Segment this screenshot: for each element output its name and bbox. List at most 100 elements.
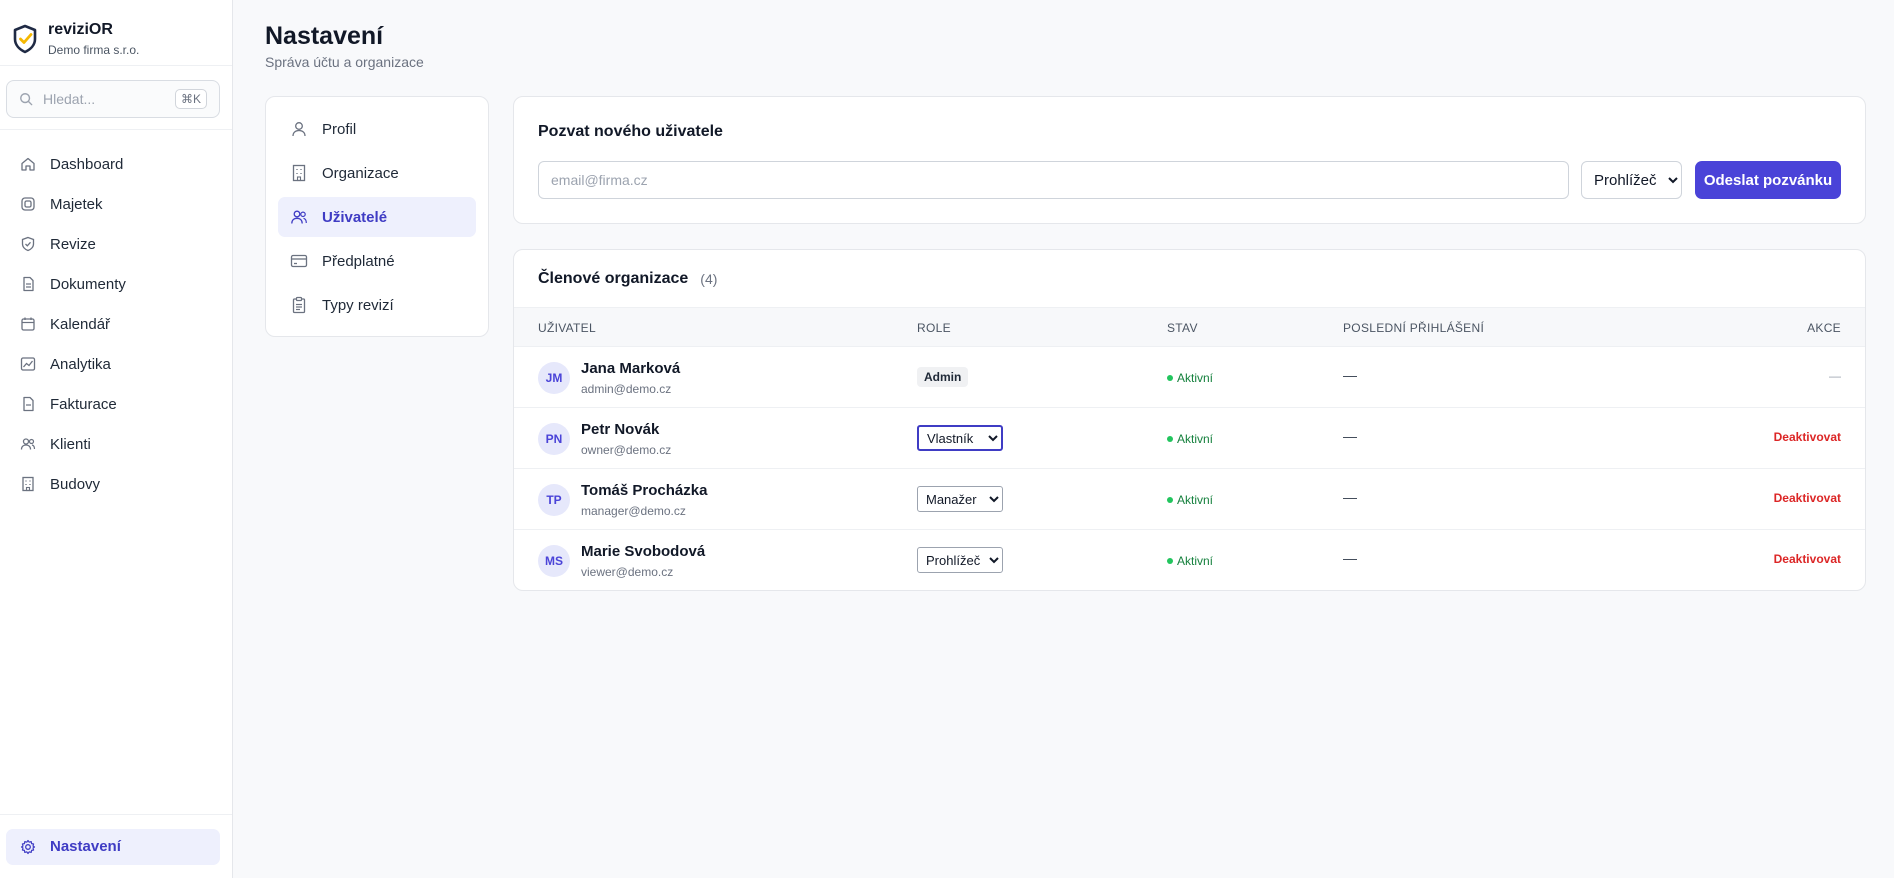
- role-select[interactable]: Manažer: [917, 486, 1003, 512]
- members-card: Členové organizace (4) Uživatel Role Sta…: [513, 249, 1866, 591]
- settings-tab-label: Uživatelé: [322, 208, 388, 226]
- chart-icon: [20, 357, 36, 371]
- last-login: —: [1343, 489, 1357, 505]
- avatar: JM: [538, 362, 570, 394]
- status-badge: Aktivní: [1167, 554, 1213, 568]
- sidebar-item-label: Kalendář: [50, 315, 111, 333]
- table-row: JM Jana Marková admin@demo.cz Admin Akti…: [514, 347, 1865, 408]
- settings-tab-typy-revizi[interactable]: Typy revizí: [278, 285, 476, 325]
- table-row: TP Tomáš Procházka manager@demo.cz Manaž…: [514, 469, 1865, 530]
- user-icon: [292, 122, 306, 137]
- avatar: PN: [538, 423, 570, 455]
- user-email: admin@demo.cz: [581, 382, 672, 396]
- user-name: Marie Svobodová: [581, 543, 706, 560]
- sidebar: reviziOR Demo firma s.r.o. Hledat... ⌘K …: [0, 0, 233, 878]
- last-login: —: [1343, 550, 1357, 566]
- credit-card-icon: [290, 254, 308, 268]
- settings-tab-organizace[interactable]: Organizace: [278, 153, 476, 193]
- building-icon: [22, 476, 34, 492]
- home-icon: [21, 157, 35, 171]
- user-email: owner@demo.cz: [581, 443, 672, 457]
- role-select[interactable]: Prohlížeč: [917, 547, 1003, 573]
- deactivate-button[interactable]: Deaktivovat: [1774, 491, 1841, 505]
- sidebar-item-label: Analytika: [50, 355, 111, 373]
- search-wrap: Hledat... ⌘K: [0, 66, 232, 130]
- shield-logo-icon: [13, 24, 37, 53]
- calendar-icon: [21, 317, 35, 331]
- sidebar-item-dashboard[interactable]: Dashboard: [0, 144, 232, 184]
- sidebar-nav: Dashboard Majetek Revize Dokumenty Kalen…: [0, 130, 232, 504]
- status-badge: Aktivní: [1167, 493, 1213, 507]
- column-header-actions: Akce: [1807, 321, 1841, 335]
- status-label: Aktivní: [1177, 371, 1214, 385]
- column-header-user: Uživatel: [538, 321, 596, 335]
- invoice-icon: [23, 396, 34, 412]
- status-dot-icon: [1167, 558, 1173, 564]
- sidebar-item-label: Dokumenty: [50, 275, 126, 293]
- page-subtitle: Správa účtu a organizace: [265, 54, 424, 70]
- avatar: TP: [538, 484, 570, 516]
- status-badge: Aktivní: [1167, 432, 1213, 446]
- sidebar-item-budovy[interactable]: Budovy: [0, 464, 232, 504]
- user-name: Jana Marková: [581, 360, 681, 377]
- sidebar-item-settings[interactable]: Nastavení: [6, 828, 220, 865]
- search-placeholder: Hledat...: [43, 91, 96, 107]
- status-dot-icon: [1167, 497, 1173, 503]
- document-icon: [23, 276, 34, 292]
- sidebar-item-fakturace[interactable]: Fakturace: [0, 384, 232, 424]
- role-select[interactable]: Vlastník: [917, 425, 1003, 451]
- page-title: Nastavení: [265, 22, 384, 50]
- search-icon: [20, 93, 33, 106]
- gear-icon: [20, 839, 36, 854]
- settings-tab-label: Typy revizí: [322, 296, 394, 314]
- user-email: manager@demo.cz: [581, 504, 686, 518]
- user-email: viewer@demo.cz: [581, 565, 674, 579]
- column-header-role: Role: [917, 321, 951, 335]
- sidebar-item-revize[interactable]: Revize: [0, 224, 232, 264]
- deactivate-button[interactable]: Deaktivovat: [1774, 430, 1841, 444]
- brand[interactable]: reviziOR Demo firma s.r.o.: [0, 0, 232, 66]
- users-icon: [20, 438, 36, 450]
- shield-check-icon: [21, 236, 35, 252]
- status-dot-icon: [1167, 436, 1173, 442]
- invite-card: Pozvat nového uživatele Prohlížeč Odesla…: [513, 96, 1866, 224]
- clipboard-icon: [292, 296, 306, 314]
- sidebar-item-analytika[interactable]: Analytika: [0, 344, 232, 384]
- invite-email-input[interactable]: [538, 161, 1569, 199]
- sidebar-item-majetek[interactable]: Majetek: [0, 184, 232, 224]
- deactivate-button[interactable]: Deaktivovat: [1774, 552, 1841, 566]
- members-count: (4): [700, 270, 718, 287]
- table-header: Uživatel Role Stav Poslední přihlášení A…: [514, 307, 1865, 347]
- users-icon: [291, 210, 307, 224]
- settings-tab-label: Předplatné: [322, 252, 395, 270]
- status-dot-icon: [1167, 375, 1173, 381]
- sidebar-footer: Nastavení: [0, 814, 232, 878]
- invite-title: Pozvat nového uživatele: [538, 123, 723, 140]
- user-name: Tomáš Procházka: [581, 482, 708, 499]
- row-action-placeholder: —: [1829, 369, 1841, 383]
- status-label: Aktivní: [1177, 554, 1214, 568]
- sidebar-item-kalendar[interactable]: Kalendář: [0, 304, 232, 344]
- search-input[interactable]: Hledat... ⌘K: [6, 80, 220, 118]
- last-login: —: [1343, 367, 1357, 383]
- members-title: Členové organizace: [538, 269, 689, 287]
- sidebar-item-dokumenty[interactable]: Dokumenty: [0, 264, 232, 304]
- table-row: MS Marie Svobodová viewer@demo.cz Prohlí…: [514, 530, 1865, 590]
- sidebar-item-label: Budovy: [50, 475, 101, 493]
- brand-name: reviziOR: [48, 20, 113, 38]
- send-invite-button[interactable]: Odeslat pozvánku: [1695, 161, 1841, 199]
- settings-tab-profil[interactable]: Profil: [278, 109, 476, 149]
- invite-role-select[interactable]: Prohlížeč: [1581, 161, 1682, 199]
- building-icon: [292, 164, 306, 182]
- status-badge: Aktivní: [1167, 371, 1213, 385]
- sidebar-item-klienti[interactable]: Klienti: [0, 424, 232, 464]
- avatar: MS: [538, 545, 570, 577]
- cube-icon: [21, 197, 35, 211]
- status-label: Aktivní: [1177, 432, 1214, 446]
- column-header-last-login: Poslední přihlášení: [1343, 321, 1485, 335]
- sidebar-item-label: Majetek: [50, 195, 103, 213]
- settings-tab-predplatne[interactable]: Předplatné: [278, 241, 476, 281]
- sidebar-item-label: Nastavení: [50, 838, 121, 855]
- search-shortcut: ⌘K: [174, 89, 207, 109]
- settings-tab-uzivatele[interactable]: Uživatelé: [278, 197, 476, 237]
